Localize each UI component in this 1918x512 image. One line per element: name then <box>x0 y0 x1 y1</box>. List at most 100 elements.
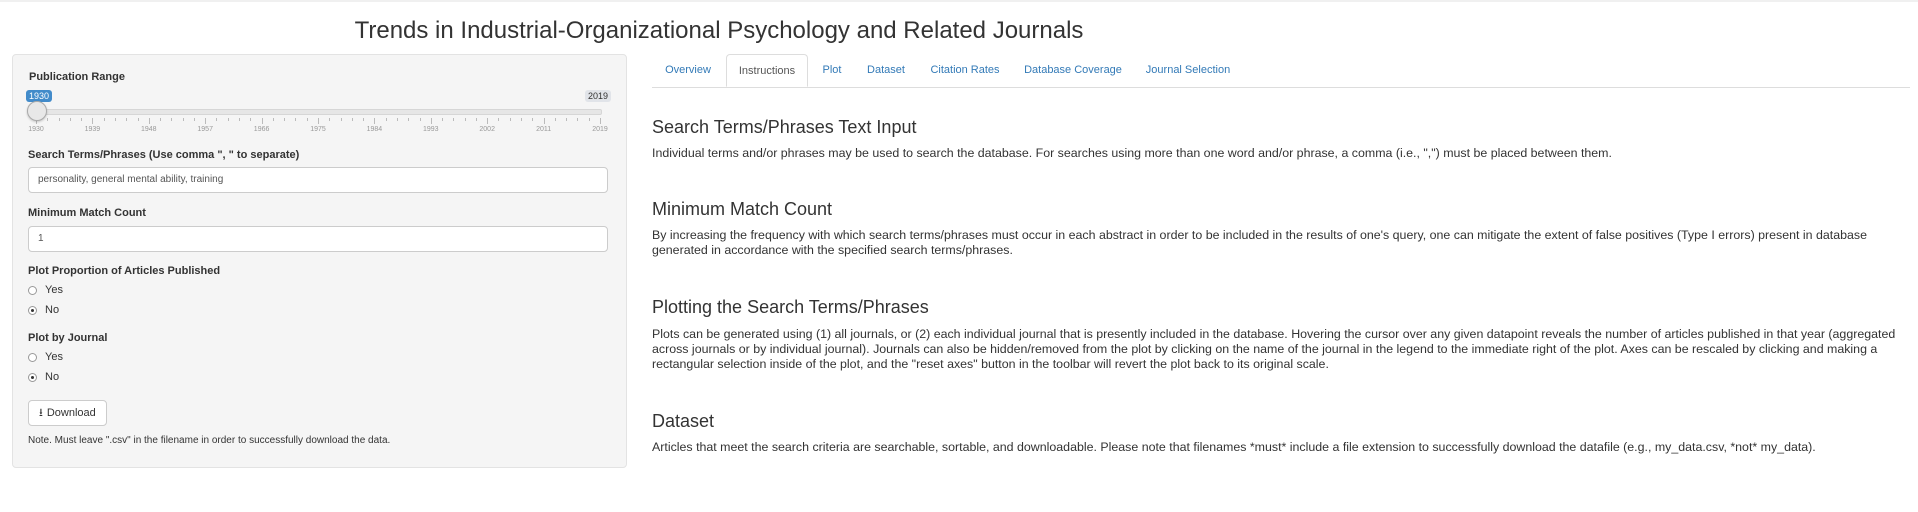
slider-tick-label: 2011 <box>536 126 552 133</box>
slider-minor-tick <box>171 118 173 121</box>
plot-proportion-label: Plot Proportion of Articles Published <box>28 265 221 277</box>
section-title-search-terms: Search Terms/Phrases Text Input <box>652 117 917 137</box>
radio-label: No <box>45 371 60 383</box>
publication-range-slider[interactable]: 1930 2019 1930 1939 1948 1957 1966 1975 1984 19… <box>26 90 611 140</box>
slider-minor-tick <box>137 118 139 121</box>
section-body-dataset: Articles that meet the search criteria a… <box>652 440 1816 454</box>
slider-tick-label: 1984 <box>366 126 383 133</box>
slider-minor-tick <box>114 118 116 121</box>
slider-major-tick <box>487 118 489 124</box>
slider-minor-tick <box>475 118 477 121</box>
slider-minor-tick <box>588 118 590 121</box>
radio-button[interactable] <box>28 285 37 295</box>
slider-handle[interactable] <box>27 101 47 121</box>
slider-minor-tick <box>103 118 105 121</box>
slider-tick-label: 1975 <box>310 126 326 133</box>
tab-bar: Overview Instructions Plot Dataset Citat… <box>652 54 1910 88</box>
slider-minor-tick <box>464 118 466 121</box>
slider-tick-label: 1966 <box>253 126 270 133</box>
section-body-search-terms: Individual terms and/or phrases may be u… <box>652 146 1612 160</box>
search-terms-label: Search Terms/Phrases (Use comma ", " to … <box>28 149 300 161</box>
radio-label: Yes <box>45 284 63 296</box>
radio-label: Yes <box>45 351 63 363</box>
slider-minor-tick <box>284 118 286 121</box>
slider-minor-tick <box>498 118 500 121</box>
tab-database-coverage[interactable]: Database Coverage <box>1014 54 1132 87</box>
plot-by-journal-label: Plot by Journal <box>28 332 108 344</box>
slider-major-tick <box>430 118 432 124</box>
slider-minor-tick <box>227 118 229 121</box>
slider-minor-tick <box>329 118 331 121</box>
slider-minor-tick <box>81 118 83 121</box>
section-title-plotting: Plotting the Search Terms/Phrases <box>652 297 929 317</box>
tab-overview[interactable]: Overview <box>652 54 724 87</box>
tab-citation-rates[interactable]: Citation Rates <box>918 54 1012 87</box>
slider-minor-tick <box>306 118 308 121</box>
slider-minor-tick <box>532 118 534 121</box>
page-title: Trends in Industrial-Organizational Psyc… <box>354 17 1084 44</box>
slider-major-tick <box>600 118 601 124</box>
slider-minor-tick <box>509 118 511 121</box>
slider-major-tick <box>148 118 150 124</box>
radio-button-selected[interactable] <box>28 372 37 382</box>
slider-max-value: 2019 <box>584 90 611 102</box>
slider-major-tick <box>92 118 94 124</box>
min-match-input[interactable]: 1 <box>28 226 608 252</box>
slider-minor-tick <box>351 118 353 121</box>
slider-tick-label: 1939 <box>84 126 101 133</box>
slider-major-tick <box>543 118 545 124</box>
slider-minor-tick <box>126 118 128 121</box>
section-body-plotting: Plots can be generated using (1) all jou… <box>652 327 1896 371</box>
slider-tick-label: 2019 <box>592 126 608 133</box>
slider-tick-label: 1993 <box>423 126 439 133</box>
slider-minor-tick <box>182 118 184 121</box>
slider-ticks <box>36 118 601 124</box>
slider-major-tick <box>261 118 263 124</box>
section-title-dataset: Dataset <box>652 411 715 431</box>
slider-minor-tick <box>193 118 195 121</box>
slider-track[interactable] <box>36 109 602 115</box>
slider-major-tick <box>374 118 376 124</box>
slider-minor-tick <box>566 118 568 121</box>
plot-by-journal-yes[interactable]: Yes <box>28 351 63 363</box>
search-terms-input[interactable]: personality, general mental ability, tra… <box>28 167 608 193</box>
slider-minor-tick <box>250 118 252 121</box>
slider-tick-label: 1957 <box>197 126 213 133</box>
plot-by-journal-no[interactable]: No <box>28 371 59 383</box>
slider-minor-tick <box>453 118 455 121</box>
slider-min-value: 1930 <box>26 90 53 102</box>
radio-button-selected[interactable] <box>28 305 37 315</box>
tab-plot[interactable]: Plot <box>810 54 854 87</box>
download-label: Download <box>46 407 96 419</box>
tab-journal-selection[interactable]: Journal Selection <box>1134 54 1242 87</box>
publication-range-label: Publication Range <box>29 71 125 83</box>
radio-label: No <box>45 304 60 316</box>
tab-dataset[interactable]: Dataset <box>856 54 916 87</box>
radio-button[interactable] <box>28 352 37 362</box>
slider-minor-tick <box>408 118 410 121</box>
slider-minor-tick <box>442 118 444 121</box>
slider-tick-label: 1948 <box>141 126 157 133</box>
tab-instructions[interactable]: Instructions <box>726 54 808 87</box>
slider-tick-label: 1930 <box>28 126 44 133</box>
slider-minor-tick <box>340 118 342 121</box>
slider-minor-tick <box>396 118 398 121</box>
download-note: Note. Must leave ".csv" in the filename … <box>28 435 391 446</box>
slider-tick-labels: 1930 1939 1948 1957 1966 1975 1984 1993 2002 2011… <box>28 126 608 136</box>
slider-minor-tick <box>385 118 387 121</box>
slider-major-tick <box>205 118 207 124</box>
plot-proportion-no[interactable]: No <box>28 304 59 316</box>
slider-minor-tick <box>58 118 60 121</box>
plot-proportion-yes[interactable]: Yes <box>28 284 63 296</box>
slider-minor-tick <box>521 118 523 121</box>
slider-minor-tick <box>47 118 49 121</box>
slider-minor-tick <box>239 118 241 121</box>
slider-minor-tick <box>295 118 297 121</box>
slider-minor-tick <box>160 118 162 121</box>
download-icon: ⭳ <box>39 406 43 419</box>
download-button[interactable]: ⭳ Download <box>28 400 107 426</box>
slider-minor-tick <box>419 118 421 121</box>
slider-minor-tick <box>363 118 365 121</box>
min-match-label: Minimum Match Count <box>28 207 146 219</box>
slider-minor-tick <box>272 118 274 121</box>
